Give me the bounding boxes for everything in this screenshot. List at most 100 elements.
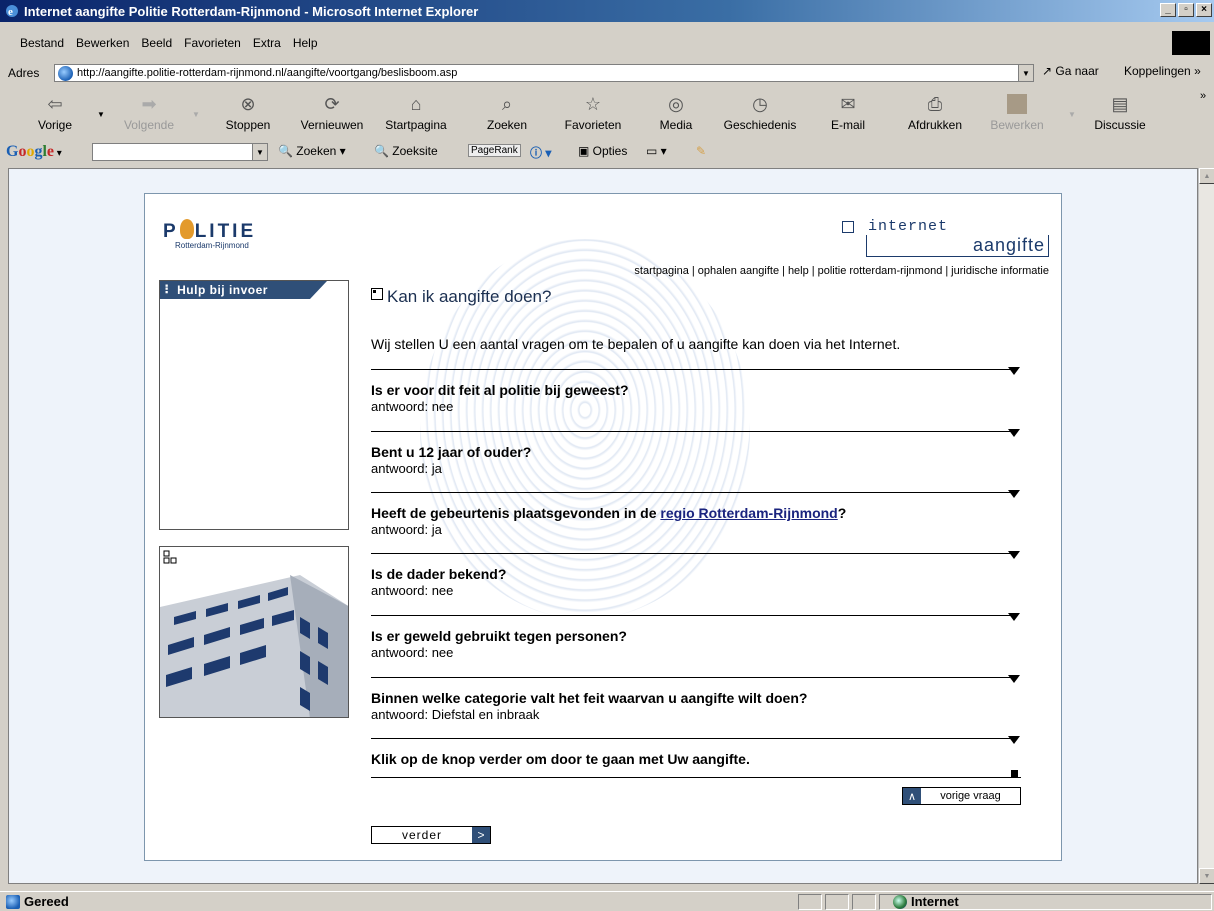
toolbar-overflow-icon[interactable]: » <box>1200 90 1206 102</box>
next-button[interactable]: verder > <box>371 826 491 844</box>
nav-startpagina[interactable]: startpagina <box>634 265 688 277</box>
google-search-dropdown-icon[interactable]: ▼ <box>252 144 267 160</box>
menu-favorieten[interactable]: Favorieten <box>178 36 247 50</box>
discuss-button[interactable]: ▤ Discussie <box>1088 88 1152 138</box>
home-icon: ⌂ <box>410 93 422 114</box>
intro-text: Wij stellen U een aantal vragen om te be… <box>371 336 901 352</box>
google-search-site-label: Zoeksite <box>392 144 438 158</box>
folder-up-icon[interactable]: ▭ ▾ <box>646 144 667 158</box>
mail-icon: ✉ <box>840 93 856 114</box>
page-container: P LITIE Rotterdam-Rijnmond internet aangi… <box>144 193 1062 861</box>
previous-question-label: vorige vraag <box>940 790 1001 802</box>
forward-button[interactable]: ➡ Volgende <box>118 88 180 138</box>
nav-politie[interactable]: politie rotterdam-rijnmond <box>818 265 943 277</box>
nav-ophalen-aangifte[interactable]: ophalen aangifte <box>698 265 779 277</box>
answer-text: antwoord: ja <box>371 522 442 537</box>
edit-button[interactable]: Bewerken <box>986 88 1048 138</box>
status-text: Gereed <box>24 894 69 909</box>
logo-letter-p: P <box>163 221 179 242</box>
go-label: Ga naar <box>1055 64 1099 78</box>
answer-text: antwoord: nee <box>371 583 454 598</box>
ia-bottom-text: aangifte <box>866 235 1049 257</box>
menu-bestand[interactable]: Bestand <box>14 36 70 50</box>
nav-juridische-informatie[interactable]: juridische informatie <box>951 265 1049 277</box>
question-divider <box>371 492 1017 493</box>
status-page-icon <box>6 895 20 909</box>
question-divider <box>371 738 1017 739</box>
question-text: Bent u 12 jaar of ouder? <box>371 444 532 460</box>
forward-dropdown-icon[interactable]: ▼ <box>192 110 200 119</box>
refresh-label: Vernieuwen <box>300 118 364 132</box>
refresh-button[interactable]: ⟳ Vernieuwen <box>296 88 368 138</box>
menu-bewerken[interactable]: Bewerken <box>70 36 135 50</box>
address-input[interactable]: http://aangifte.politie-rotterdam-rijnmo… <box>54 64 1034 82</box>
question-divider <box>371 369 1017 370</box>
ia-top-text: internet <box>868 218 949 235</box>
discuss-label: Discussie <box>1094 118 1146 132</box>
answer-text: antwoord: nee <box>371 399 454 414</box>
edit-dropdown-icon[interactable]: ▼ <box>1068 110 1076 119</box>
search-button[interactable]: ⌕ Zoeken <box>482 88 532 138</box>
media-button[interactable]: ◎ Media <box>655 88 697 138</box>
back-dropdown-icon[interactable]: ▼ <box>97 110 105 119</box>
history-button[interactable]: ◷ Geschiedenis <box>720 88 800 138</box>
options-button[interactable]: ▣ Opties <box>578 144 627 158</box>
google-toolbar: Google ▾ ▼ 🔍 Zoeken ▾ 🔍 Zoeksite PageRan… <box>0 140 1214 164</box>
address-bar: Adres http://aangifte.politie-rotterdam-… <box>0 62 1214 84</box>
highlighter-icon[interactable]: ✎ <box>696 144 706 158</box>
minimize-button[interactable]: _ <box>1160 3 1176 17</box>
mail-button[interactable]: ✉ E-mail <box>828 88 868 138</box>
favorites-button[interactable]: ☆ Favorieten <box>560 88 626 138</box>
scroll-down-arrow-icon[interactable]: ▼ <box>1199 868 1214 884</box>
status-bar: Gereed Internet <box>0 891 1214 911</box>
page-title-text: Kan ik aangifte doen? <box>387 287 552 306</box>
back-button[interactable]: ⇦ Vorige <box>30 88 80 138</box>
triangle-down-icon[interactable] <box>1008 675 1020 683</box>
google-search-button[interactable]: 🔍 Zoeken ▾ <box>278 144 346 158</box>
question-text-pre: Heeft de gebeurtenis plaatsgevonden in d… <box>371 505 661 521</box>
home-button[interactable]: ⌂ Startpagina <box>382 88 450 138</box>
region-link[interactable]: regio Rotterdam-Rijnmond <box>660 505 837 521</box>
security-zone: Internet <box>893 894 959 909</box>
links-button[interactable]: Koppelingen » <box>1124 64 1201 78</box>
help-panel-header: ⠇ Hulp bij invoer <box>160 281 327 299</box>
triangle-down-icon[interactable] <box>1008 367 1020 375</box>
triangle-down-icon[interactable] <box>1008 551 1020 559</box>
triangle-down-icon[interactable] <box>1008 613 1020 621</box>
address-dropdown-icon[interactable]: ▼ <box>1018 65 1033 81</box>
menu-bar: Bestand Bewerken Beeld Favorieten Extra … <box>0 30 1214 56</box>
refresh-icon: ⟳ <box>324 93 340 114</box>
question-text: Heeft de gebeurtenis plaatsgevonden in d… <box>371 505 846 521</box>
nav-help[interactable]: help <box>788 265 809 277</box>
address-url: http://aangifte.politie-rotterdam-rijnmo… <box>77 67 458 79</box>
maximize-button[interactable]: ▫ <box>1178 3 1194 17</box>
status-panel <box>825 894 849 910</box>
politie-logo[interactable]: P LITIE Rotterdam-Rijnmond <box>163 219 256 250</box>
print-label: Afdrukken <box>907 118 963 132</box>
triangle-down-icon[interactable] <box>1008 429 1020 437</box>
google-logo[interactable]: Google ▾ <box>6 143 62 161</box>
media-globe-icon: ◎ <box>668 93 684 114</box>
print-button[interactable]: ⎙ Afdrukken <box>902 88 968 138</box>
page-info-icon[interactable]: ⓘ ▾ <box>530 144 551 161</box>
question-text-post: ? <box>837 505 847 521</box>
go-button[interactable]: ↗ Ga naar <box>1042 64 1099 78</box>
next-label: verder <box>401 828 442 842</box>
question-divider <box>371 431 1017 432</box>
menu-extra[interactable]: Extra <box>247 36 287 50</box>
menu-beeld[interactable]: Beeld <box>135 36 178 50</box>
google-search-input[interactable]: ▼ <box>92 143 268 161</box>
question-text: Is er voor dit feit al politie bij gewee… <box>371 382 629 398</box>
close-button[interactable]: × <box>1196 3 1212 17</box>
ia-square-icon <box>842 221 854 233</box>
triangle-down-icon[interactable] <box>1008 490 1020 498</box>
vertical-scrollbar[interactable]: ▲ ▼ <box>1198 168 1214 884</box>
forward-arrow-icon: ➡ <box>141 93 157 114</box>
google-search-site-button[interactable]: 🔍 Zoeksite <box>374 144 438 158</box>
page-title: Kan ik aangifte doen? <box>371 287 551 307</box>
triangle-down-icon[interactable] <box>1008 736 1020 744</box>
stop-button[interactable]: ⊗ Stoppen <box>220 88 276 138</box>
previous-question-button[interactable]: ∧ vorige vraag <box>902 787 1021 805</box>
menu-help[interactable]: Help <box>287 36 324 50</box>
scroll-up-arrow-icon[interactable]: ▲ <box>1199 168 1214 184</box>
